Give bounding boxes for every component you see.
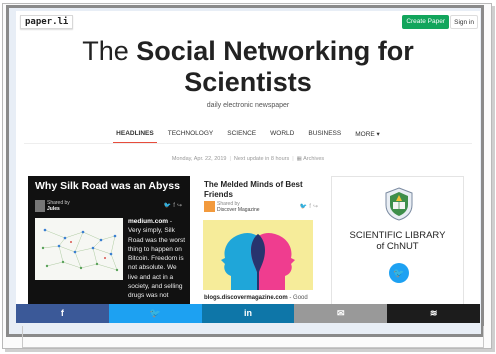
article-card-silk-road[interactable]: Why Silk Road was an Abyss Shared by Jul…	[28, 176, 190, 316]
nav-headlines[interactable]: HEADLINES	[113, 130, 157, 144]
widget-title-line-2: of ChNUT	[376, 241, 419, 252]
facebook-icon: f	[60, 308, 64, 318]
share-icon[interactable]: ↪	[177, 203, 184, 209]
buffer-share-button[interactable]: ≋	[387, 304, 480, 323]
share-bar: f 🐦 in ✉ ≋	[16, 304, 480, 323]
title-line-1: Social Networking for	[136, 36, 414, 66]
article-title[interactable]: The Melded Minds of Best Friends	[204, 180, 324, 200]
twitter-icon[interactable]: 🐦	[164, 203, 173, 209]
buffer-icon: ≋	[429, 308, 438, 318]
network-graph-image[interactable]	[35, 218, 123, 280]
share-icon[interactable]: ↪	[313, 204, 320, 210]
dateline: Monday, Apr. 22, 2019 | Next update in 8 h…	[171, 156, 325, 162]
nav-world[interactable]: WORLD	[270, 130, 294, 143]
share-icons: 🐦f↪	[164, 202, 184, 209]
author-name[interactable]: Discover Magazine	[217, 207, 260, 213]
paper-subtitle: daily electronic newspaper	[206, 102, 290, 109]
article-title[interactable]: Why Silk Road was an Abyss	[35, 180, 185, 192]
article-snippet: blogs.discovermagazine.com - Good	[204, 295, 308, 301]
widget-title-line-1: SCIENTIFIC LIBRARY	[349, 230, 446, 241]
edition-date: Monday, Apr. 22, 2019	[171, 156, 227, 162]
twitter-icon[interactable]: 🐦	[300, 204, 309, 210]
paperli-logo[interactable]: paper.li	[20, 15, 74, 29]
shared-by-info: Shared by Jules	[47, 200, 70, 212]
article-snippet-text: Very simply, Silk Road was the worst thi…	[128, 227, 186, 300]
avatar	[35, 200, 45, 212]
paper-title: The Social Networking for	[16, 36, 480, 66]
twitter-share-button[interactable]: 🐦	[108, 304, 202, 323]
share-icons: 🐦f↪	[300, 203, 320, 210]
stacked-frame-shadow	[22, 326, 484, 348]
article-source[interactable]: blogs.discovermagazine.com	[204, 295, 288, 301]
facebook-share-button[interactable]: f	[16, 304, 109, 323]
paper-page: paper.li Create Paper Sign in The Social…	[16, 11, 480, 323]
source-avatar	[204, 201, 215, 212]
nav-technology[interactable]: TECHNOLOGY	[168, 130, 214, 143]
widget-title: SCIENTIFIC LIBRARY of ChNUT	[332, 230, 463, 252]
article-snippet: medium.com - Very simply, Silk Road was …	[128, 218, 186, 300]
article-snippet-text: Good	[293, 295, 308, 301]
twitter-icon: 🐦	[149, 308, 161, 318]
two-heads-illustration[interactable]	[203, 220, 313, 290]
nav-more-dropdown[interactable]: MORE ▾	[355, 130, 380, 143]
shared-by-info: Shared by Discover Magazine	[217, 201, 260, 213]
nav-business[interactable]: BUSINESS	[308, 130, 341, 143]
article-card-melded-minds[interactable]: The Melded Minds of Best Friends Shared …	[198, 176, 328, 316]
nav-science[interactable]: SCIENCE	[227, 130, 256, 143]
next-update-text: Next update in 8 hours	[233, 156, 290, 162]
title-line-2: Scientists	[184, 67, 312, 97]
linkedin-icon: in	[243, 308, 252, 318]
mail-icon: ✉	[337, 308, 345, 318]
nav-divider	[24, 143, 472, 144]
section-nav: HEADLINES TECHNOLOGY SCIENCE WORLD BUSIN…	[16, 130, 480, 144]
linkedin-share-button[interactable]: in	[201, 304, 295, 323]
title-prefix: The	[82, 36, 129, 66]
create-paper-button[interactable]: Create Paper	[402, 15, 449, 29]
email-share-button[interactable]: ✉	[294, 304, 388, 323]
sign-in-button[interactable]: Sign in	[450, 15, 478, 29]
article-source[interactable]: medium.com	[128, 218, 168, 225]
scientific-library-widget: SCIENTIFIC LIBRARY of ChNUT 🐦	[331, 176, 464, 316]
archives-link[interactable]: Archives	[303, 156, 324, 162]
twitter-follow-icon[interactable]: 🐦	[389, 263, 409, 283]
library-crest-icon	[385, 187, 413, 221]
author-name[interactable]: Jules	[47, 206, 70, 212]
